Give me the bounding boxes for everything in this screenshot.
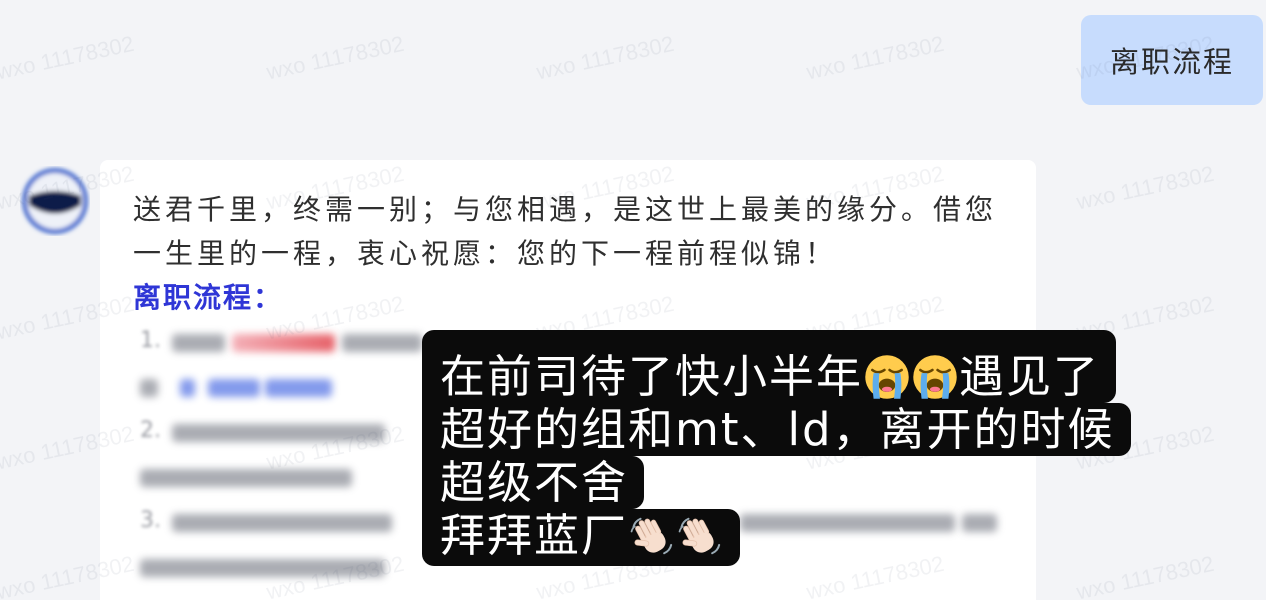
list-marker: 2. bbox=[140, 418, 161, 443]
blurred-text bbox=[232, 334, 335, 352]
caption-text: 在前司待了快小半年 bbox=[440, 350, 864, 403]
blurred-text bbox=[140, 469, 352, 487]
blurred-text bbox=[140, 379, 158, 397]
waving-hand-icon bbox=[630, 517, 673, 554]
caption-line: 在前司待了快小半年 遇见了 bbox=[422, 330, 1117, 403]
blurred-text bbox=[172, 334, 225, 352]
user-message-bubble[interactable]: 离职流程 bbox=[1081, 15, 1263, 105]
caption-text: 超好的组和mt、ld，离开的时候 bbox=[440, 403, 1115, 456]
caption-line: 超级不舍 bbox=[422, 456, 645, 509]
user-message-text: 离职流程 bbox=[1109, 45, 1234, 79]
avatar bbox=[20, 166, 90, 236]
list-marker: 3. bbox=[140, 508, 161, 533]
caption-text: 遇见了 bbox=[959, 350, 1101, 403]
watermark-text: wxo 11178302 bbox=[804, 30, 947, 85]
watermark-text: wxo 11178302 bbox=[1074, 160, 1217, 215]
blurred-text bbox=[172, 424, 385, 442]
blurred-text bbox=[140, 559, 385, 577]
blurred-text bbox=[180, 379, 195, 397]
watermark-text: wxo 11178302 bbox=[0, 30, 137, 85]
waving-hand-icon bbox=[678, 517, 721, 554]
blurred-text bbox=[172, 514, 392, 532]
caption-text: 拜拜蓝厂 bbox=[440, 509, 629, 562]
caption-line: 拜拜蓝厂 bbox=[422, 509, 741, 566]
blurred-text bbox=[265, 379, 332, 397]
bot-message-line: 送君千里，终需一别；与您相遇，是这世上最美的缘分。借您 bbox=[133, 193, 998, 226]
caption-text: 超级不舍 bbox=[440, 456, 629, 509]
caption-line: 超好的组和mt、ld，离开的时候 bbox=[422, 403, 1131, 456]
blurred-text bbox=[208, 379, 260, 397]
section-title: 离职流程： bbox=[133, 281, 284, 314]
bot-message-line: 一生里的一程，衷心祝愿：您的下一程前程似锦！ bbox=[133, 237, 838, 270]
avatar-icon bbox=[22, 168, 88, 234]
watermark-text: wxo 11178302 bbox=[534, 30, 677, 85]
list-marker: 1. bbox=[140, 328, 161, 353]
loudly-crying-face-icon bbox=[913, 354, 957, 399]
blurred-text bbox=[342, 334, 422, 352]
caption-overlay: 在前司待了快小半年 遇见了 超好的组和mt、ld，离开的时候 超级不舍 拜拜蓝厂 bbox=[422, 330, 1131, 566]
watermark-text: wxo 11178302 bbox=[264, 30, 407, 85]
loudly-crying-face-icon bbox=[865, 354, 909, 399]
